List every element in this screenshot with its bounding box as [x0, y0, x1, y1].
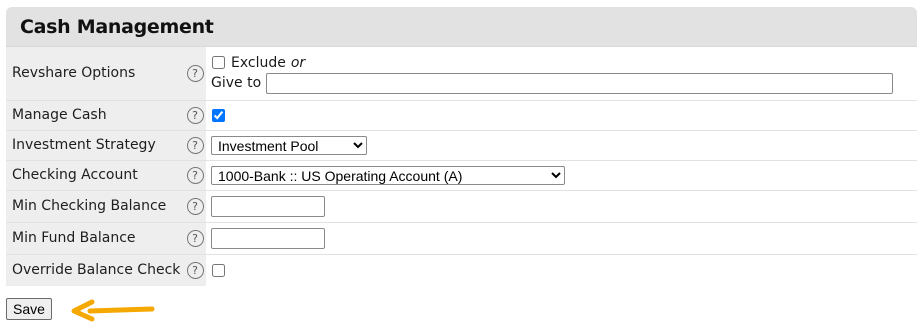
cash-management-panel: Cash Management Revshare Options ? Exclu…	[6, 7, 917, 286]
override-balance-check-label: Override Balance Check	[6, 253, 184, 286]
min-checking-balance-input[interactable]	[211, 195, 325, 217]
checking-account-row: Checking Account ? 1000-Bank :: US Opera…	[6, 159, 917, 190]
override-balance-check-checkbox[interactable]	[212, 263, 225, 277]
exclude-label: Exclude	[231, 54, 286, 71]
panel-title: Cash Management	[6, 7, 917, 47]
or-text: or	[290, 54, 306, 71]
help-icon[interactable]: ?	[186, 197, 204, 215]
manage-cash-label: Manage Cash	[6, 99, 184, 130]
manage-cash-checkbox[interactable]	[212, 108, 225, 122]
help-icon[interactable]: ?	[186, 166, 204, 184]
investment-strategy-label: Investment Strategy	[6, 129, 184, 160]
help-icon[interactable]: ?	[186, 261, 204, 279]
override-balance-check-row: Override Balance Check ?	[6, 253, 917, 286]
exclude-checkbox[interactable]	[212, 56, 225, 70]
help-icon[interactable]: ?	[186, 229, 204, 247]
save-button[interactable]: Save	[6, 298, 52, 320]
settings-table: Revshare Options ? Exclude or Give to Ma…	[6, 47, 917, 286]
revshare-options-label: Revshare Options	[6, 47, 184, 100]
min-fund-balance-input[interactable]	[211, 227, 325, 249]
manage-cash-row: Manage Cash ?	[6, 99, 917, 130]
help-icon[interactable]: ?	[186, 106, 204, 124]
investment-strategy-select[interactable]: Investment Pool	[211, 135, 367, 155]
checking-account-label: Checking Account	[6, 159, 184, 190]
checking-account-select[interactable]: 1000-Bank :: US Operating Account (A)	[211, 165, 565, 185]
min-fund-balance-label: Min Fund Balance	[6, 221, 184, 254]
help-icon[interactable]: ?	[186, 64, 204, 82]
min-checking-balance-row: Min Checking Balance ?	[6, 189, 917, 222]
give-to-input[interactable]	[266, 72, 894, 94]
min-fund-balance-row: Min Fund Balance ?	[6, 221, 917, 254]
give-to-label: Give to	[211, 75, 262, 92]
arrow-left-icon	[71, 299, 155, 322]
revshare-options-row: Revshare Options ? Exclude or Give to	[6, 47, 917, 100]
investment-strategy-row: Investment Strategy ? Investment Pool	[6, 129, 917, 160]
min-checking-balance-label: Min Checking Balance	[6, 189, 184, 222]
help-icon[interactable]: ?	[186, 136, 204, 154]
